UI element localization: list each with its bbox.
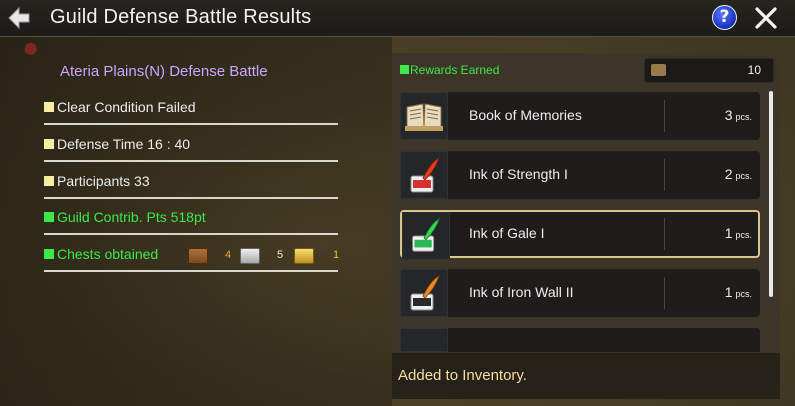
background-guild-tag: ⬤ [24,41,38,55]
battle-name: Ateria Plains(N) Defense Battle [60,63,268,80]
qty-unit: pcs. [735,171,752,181]
inventory-message-bar: Added to Inventory. [392,352,780,399]
item-name: Ink of Strength I [469,166,568,182]
qty-unit: pcs. [735,112,752,122]
reward-total-box: 10 [644,58,774,83]
red-ink-icon [400,151,448,199]
rewards-earned-label: Rewards Earned [410,63,500,77]
item-quantity: 3 pcs. [725,107,752,123]
item-name: Book of Memories [469,107,582,123]
bullet-square-icon [44,212,54,222]
bullet-square-icon [44,249,54,259]
item-quantity: 2 pcs. [725,166,752,182]
chest-icon [651,64,666,76]
silver-chest-count: 5 [277,249,284,261]
guild-contrib-text: Guild Contrib. Pts 518pt [57,209,206,225]
bullet-square-icon [400,65,409,74]
bullet-square-icon [44,176,54,186]
close-icon[interactable] [752,4,780,32]
chests-row: Chests obtained 4 5 1 [44,246,340,272]
item-quantity: 1 pcs. [725,284,752,300]
divider [664,277,665,309]
back-arrow-icon[interactable] [6,5,32,31]
divider [664,100,665,132]
bullet-square-icon [44,139,54,149]
participants-text: Participants 33 [57,173,150,189]
orange-ink-icon [400,269,448,317]
defense-time-row: Defense Time 16 : 40 [44,136,338,162]
qty-value: 2 [724,166,733,182]
divider [664,218,665,250]
reward-item-row[interactable]: Book of Memories 3 pcs. [400,92,760,140]
qty-value: 1 [724,225,733,241]
qty-value: 1 [724,284,733,300]
green-ink-icon [402,212,450,260]
participants-row: Participants 33 [44,173,338,199]
title-bar: Guild Defense Battle Results ? [0,0,795,37]
reward-item-row[interactable]: Ink of Strength I 2 pcs. [400,151,760,199]
item-name: Ink of Gale I [469,225,545,241]
reward-item-row-partial[interactable] [400,328,760,352]
book-icon [400,92,448,140]
inventory-message: Added to Inventory. [398,367,527,384]
divider [664,159,665,191]
battle-summary-panel: ⬤ Ateria Plains(N) Defense Battle Clear … [0,37,392,406]
silver-chest-icon [240,248,260,264]
gold-chest-icon [294,248,314,264]
reward-total-count: 10 [747,63,761,77]
help-button[interactable]: ? [712,5,737,30]
qty-unit: pcs. [735,289,752,299]
page-title: Guild Defense Battle Results [50,6,312,28]
item-name: Ink of Iron Wall II [469,284,574,300]
item-icon [400,328,448,352]
rewards-earned-header: Rewards Earned [400,63,499,77]
wooden-chest-icon [188,248,208,264]
guild-contrib-row: Guild Contrib. Pts 518pt [44,209,338,235]
rewards-panel: Rewards Earned 10 Book of Memories 3 pcs. [392,53,780,352]
chests-label: Chests obtained [57,246,159,262]
rewards-scrollbar[interactable] [769,91,773,297]
wooden-chest-count: 4 [225,249,232,261]
qty-unit: pcs. [735,230,752,240]
defense-time-text: Defense Time 16 : 40 [57,136,191,152]
bullet-square-icon [44,102,54,112]
reward-item-row[interactable]: Ink of Iron Wall II 1 pcs. [400,269,760,317]
clear-condition-row: Clear Condition Failed [44,99,338,125]
item-quantity: 1 pcs. [725,225,752,241]
qty-value: 3 [724,107,733,123]
reward-item-row-selected[interactable]: Ink of Gale I 1 pcs. [400,210,760,260]
gold-chest-count: 1 [333,249,340,261]
clear-condition-text: Clear Condition Failed [57,99,196,115]
